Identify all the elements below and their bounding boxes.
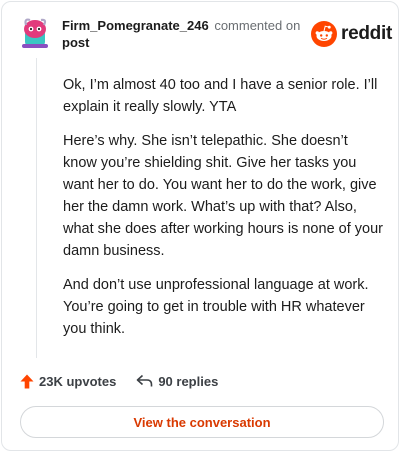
replies-button[interactable]: 90 replies: [136, 374, 218, 389]
reply-arrow-icon: [137, 374, 153, 387]
upvote-button[interactable]: 23K upvotes: [20, 374, 116, 389]
comment-paragraph: Ok, I’m almost 40 too and I have a senio…: [63, 77, 378, 115]
comment-paragraph: Here’s why. She isn’t telepathic. She do…: [63, 133, 383, 259]
comment-paragraph: And don’t use unprofessional language at…: [63, 277, 369, 337]
reddit-wordmark: reddit: [341, 23, 392, 44]
comment-actions: 23K upvotes 90 replies: [20, 372, 238, 390]
view-conversation-button[interactable]: View the conversation: [20, 406, 384, 438]
thread-line: [36, 58, 37, 358]
avatar[interactable]: [18, 16, 52, 50]
post-link[interactable]: post: [62, 35, 89, 51]
comment-header: Firm_Pomegranate_246 commented on: [62, 18, 312, 34]
upvote-count: 23K upvotes: [39, 373, 117, 389]
reply-count: 90 replies: [158, 373, 219, 389]
reddit-snoo-icon: [311, 21, 337, 47]
comment-body: Ok, I’m almost 40 too and I have a senio…: [63, 74, 383, 352]
commented-on-text: commented on: [214, 18, 301, 33]
reddit-logo[interactable]: reddit: [311, 21, 392, 47]
upvote-arrow-icon: [20, 374, 34, 388]
user-avatar-icon: [22, 18, 48, 48]
author-name[interactable]: Firm_Pomegranate_246: [62, 18, 209, 33]
comment-card: Firm_Pomegranate_246 commented on post r…: [1, 1, 399, 451]
